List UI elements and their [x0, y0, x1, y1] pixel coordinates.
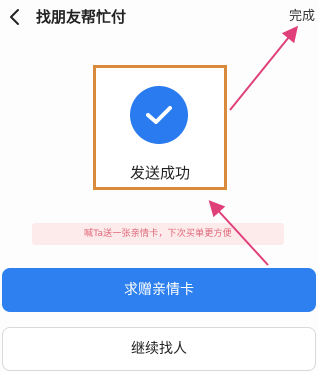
continue-find-button[interactable]: 继续找人	[2, 327, 316, 371]
request-family-card-button[interactable]: 求赠亲情卡	[2, 268, 316, 312]
navbar: 找朋友帮忙付 完成	[0, 0, 318, 36]
tip-banner: 喊Ta送一张亲情卡，下次买单更方便	[32, 223, 284, 245]
arrow-to-done	[229, 25, 299, 111]
back-button[interactable]	[4, 4, 26, 30]
done-button[interactable]: 完成	[289, 6, 315, 28]
success-message: 发送成功	[129, 164, 190, 182]
help-pay-screen: 找朋友帮忙付 完成 发送成功 喊Ta送一张亲情卡，下次买单更方便 求赠亲情卡 继…	[0, 0, 318, 372]
chevron-left-icon	[10, 9, 19, 25]
checkmark-icon	[146, 106, 172, 124]
check-circle-icon	[130, 86, 188, 144]
success-panel: 发送成功	[93, 65, 227, 190]
page-title: 找朋友帮忙付	[36, 8, 127, 26]
